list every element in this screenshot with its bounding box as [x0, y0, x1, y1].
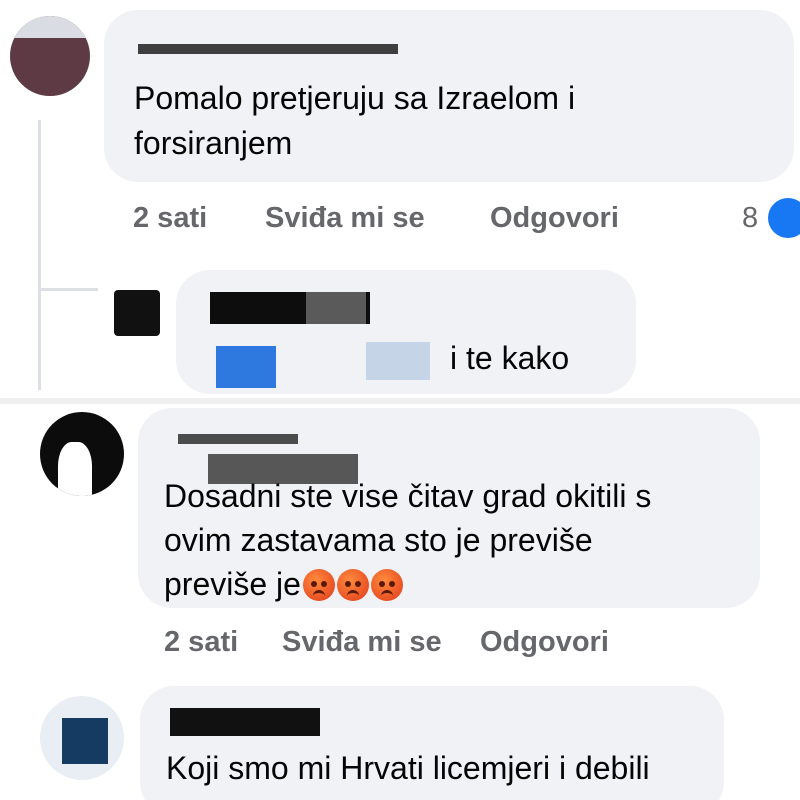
- reply-bubble: i te kako: [176, 270, 636, 394]
- avatar[interactable]: [40, 696, 124, 780]
- avatar[interactable]: [40, 412, 124, 496]
- thread-branch: [38, 288, 98, 291]
- reply-button[interactable]: Odgovori: [490, 202, 619, 235]
- redacted-block: [306, 292, 366, 324]
- reply-text: i te kako: [450, 340, 570, 376]
- thread-line: [38, 120, 41, 390]
- comment-line: ovim zastavama sto je previše: [164, 522, 593, 558]
- reply-button[interactable]: Odgovori: [480, 626, 609, 659]
- comment-time[interactable]: 2 sati: [164, 626, 238, 659]
- author-name-redacted[interactable]: [170, 708, 320, 736]
- comment-bubble: Koji smo mi Hrvati licemjeri i debili: [140, 686, 724, 800]
- author-name-redacted[interactable]: [178, 434, 298, 444]
- comment-bubble: Pomalo pretjeruju sa Izraelom i forsiran…: [104, 10, 794, 182]
- comment-line-text: previše je: [164, 566, 301, 602]
- like-reaction-icon: [768, 198, 800, 238]
- mention-redacted[interactable]: [216, 346, 276, 388]
- comment-text: Dosadni ste vise čitav grad okitili s ov…: [164, 474, 754, 606]
- avatar[interactable]: [114, 290, 160, 336]
- angry-face-icon: [302, 569, 335, 601]
- comment-text: Koji smo mi Hrvati licemjeri i debili: [166, 750, 650, 786]
- redacted-block: [366, 342, 430, 380]
- comment-line: Dosadni ste vise čitav grad okitili s: [164, 478, 652, 514]
- reaction-count[interactable]: 8: [742, 202, 758, 235]
- author-name-redacted[interactable]: [138, 44, 398, 54]
- angry-face-icon: [336, 569, 369, 601]
- comment-bubble: Dosadni ste vise čitav grad okitili s ov…: [138, 408, 760, 608]
- avatar[interactable]: [10, 16, 90, 96]
- angry-face-icon: [370, 569, 403, 601]
- comment-line: forsiranjem: [134, 125, 293, 161]
- like-button[interactable]: Sviđa mi se: [282, 626, 442, 659]
- like-button[interactable]: Sviđa mi se: [265, 202, 425, 235]
- comment-line: previše je: [164, 562, 754, 606]
- comment-time[interactable]: 2 sati: [133, 202, 207, 235]
- comment-line: Pomalo pretjeruju sa Izraelom i: [134, 80, 576, 116]
- comment-panel-2: Dosadni ste vise čitav grad okitili s ov…: [0, 404, 800, 680]
- comment-text: Pomalo pretjeruju sa Izraelom i forsiran…: [134, 76, 774, 166]
- comment-panel-3: Koji smo mi Hrvati licemjeri i debili: [0, 680, 800, 800]
- comment-panel-1: Pomalo pretjeruju sa Izraelom i forsiran…: [0, 0, 800, 400]
